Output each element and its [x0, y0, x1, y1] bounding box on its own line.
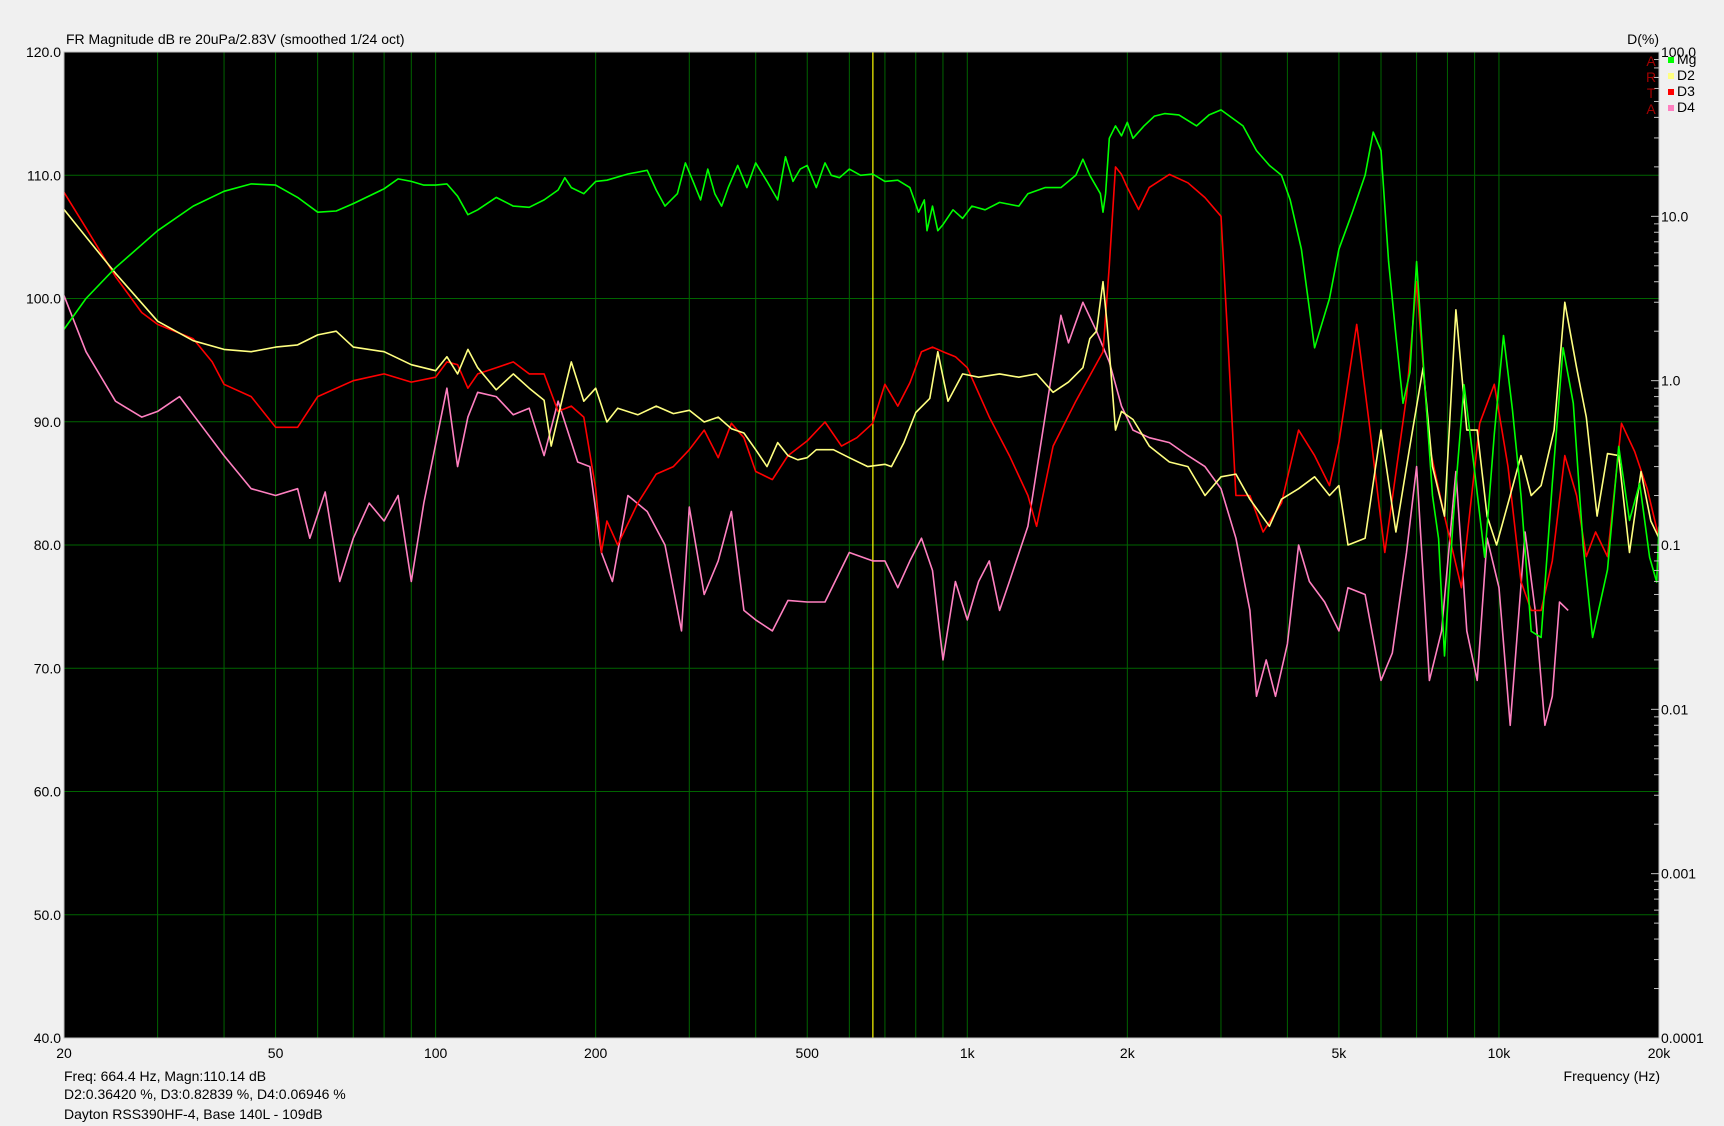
y-tick-label: 100.0	[26, 291, 61, 307]
legend: MgD2D3D4	[1668, 51, 1696, 115]
cursor-readout-distortion: D2:0.36420 %, D3:0.82839 %, D4:0.06946 %	[64, 1086, 346, 1102]
legend-label: D2	[1677, 67, 1695, 83]
x-tick-label: 1k	[960, 1045, 976, 1061]
legend-label: D3	[1677, 83, 1695, 99]
x-tick-label: 5k	[1332, 1045, 1348, 1061]
watermark-letter: A	[1646, 101, 1656, 117]
y2-tick-label: 10.0	[1661, 208, 1688, 224]
watermark-letter: T	[1647, 85, 1656, 101]
x-tick-label: 500	[796, 1045, 820, 1061]
y2-tick-label: 0.0001	[1661, 1030, 1704, 1046]
watermark-letter: R	[1646, 69, 1656, 85]
legend-swatch	[1668, 89, 1674, 95]
legend-swatch	[1668, 73, 1674, 79]
x-tick-label: 20	[56, 1045, 72, 1061]
x-axis-label: Frequency (Hz)	[1564, 1068, 1660, 1084]
y-tick-label: 70.0	[34, 660, 61, 676]
y-tick-label: 80.0	[34, 537, 61, 553]
x-tick-label: 20k	[1648, 1045, 1672, 1061]
chart: FR Magnitude dB re 20uPa/2.83V (smoothed…	[26, 31, 1704, 1084]
chart-title: FR Magnitude dB re 20uPa/2.83V (smoothed…	[66, 31, 405, 47]
y2-tick-label: 0.01	[1661, 701, 1688, 717]
legend-label: Mg	[1677, 51, 1696, 67]
right-axis-title: D(%)	[1627, 31, 1659, 47]
x-tick-label: 2k	[1120, 1045, 1136, 1061]
y2-tick-label: 0.1	[1661, 537, 1681, 553]
x-tick-label: 10k	[1488, 1045, 1512, 1061]
y-tick-label: 90.0	[34, 414, 61, 430]
arta-watermark: ARTA	[1646, 53, 1656, 117]
legend-label: D4	[1677, 99, 1695, 115]
x-tick-label: 100	[424, 1045, 448, 1061]
measurement-caption: Dayton RSS390HF-4, Base 140L - 109dB	[64, 1106, 323, 1122]
y-tick-label: 40.0	[34, 1030, 61, 1046]
watermark-letter: A	[1646, 53, 1656, 69]
cursor-readout-frequency: Freq: 664.4 Hz, Magn:110.14 dB	[64, 1068, 267, 1084]
y2-tick-label: 0.001	[1661, 866, 1696, 882]
y-tick-label: 60.0	[34, 784, 61, 800]
legend-swatch	[1668, 105, 1674, 111]
y2-tick-label: 1.0	[1661, 373, 1681, 389]
legend-swatch	[1668, 57, 1674, 63]
y-tick-label: 110.0	[27, 167, 61, 183]
y-tick-label: 50.0	[34, 907, 61, 923]
y-tick-label: 120.0	[26, 44, 61, 60]
x-tick-label: 50	[268, 1045, 284, 1061]
x-tick-label: 200	[584, 1045, 608, 1061]
